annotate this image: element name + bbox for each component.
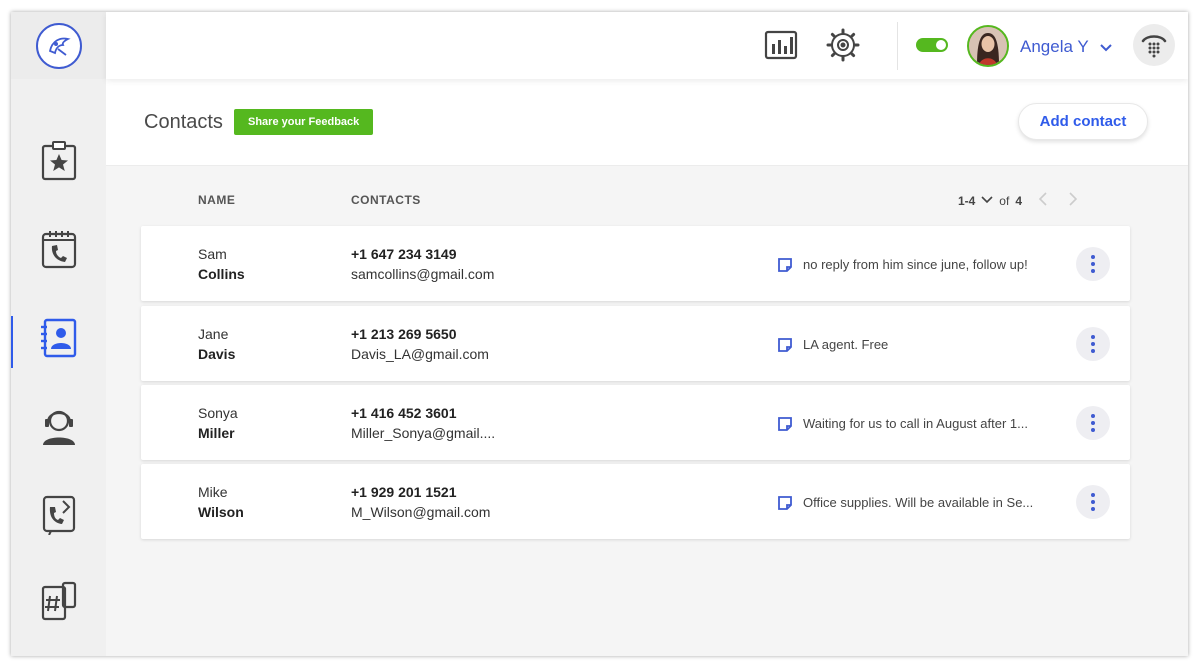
app-window: Angela Y Contacts Share your Feedback Ad… [11, 12, 1188, 656]
contact-last-name: Miller [198, 425, 235, 441]
row-menu-button[interactable] [1076, 406, 1110, 440]
nav-item-numbers[interactable] [11, 562, 106, 642]
total-count: 4 [1015, 193, 1022, 208]
contact-last-name: Wilson [198, 504, 244, 520]
contact-phone[interactable]: +1 416 452 3601 [351, 405, 457, 421]
chevron-down-icon[interactable] [1100, 40, 1112, 58]
calendar-phone-icon [41, 231, 76, 269]
contact-first-name: Jane [198, 326, 229, 342]
phone-hash-icon [41, 581, 76, 621]
sidebar [11, 79, 106, 656]
logo-area [11, 12, 106, 79]
topbar-divider [897, 22, 898, 70]
clipboard-star-icon [41, 141, 76, 181]
page-header: Contacts Share your Feedback Add contact [106, 79, 1188, 166]
contact-note[interactable]: Waiting for us to call in August after 1… [803, 416, 1053, 431]
page-title: Contacts [144, 111, 223, 133]
contact-note[interactable]: Office supplies. Will be available in Se… [803, 495, 1053, 510]
dialpad-icon [1141, 35, 1167, 58]
contact-last-name: Collins [198, 266, 245, 282]
column-header-contacts[interactable]: CONTACTS [351, 193, 421, 207]
settings-gear-icon[interactable] [826, 28, 860, 67]
of-label: of [999, 193, 1010, 208]
row-menu-button[interactable] [1076, 247, 1110, 281]
contact-email[interactable]: Miller_Sonya@gmail.... [351, 425, 495, 441]
main-content: Contacts Share your Feedback Add contact… [106, 79, 1188, 656]
contact-row[interactable]: Sam Collins +1 647 234 3149 samcollins@g… [141, 226, 1130, 301]
note-icon [777, 495, 793, 516]
contact-row[interactable]: Mike Wilson +1 929 201 1521 M_Wilson@gma… [141, 464, 1130, 539]
contact-note[interactable]: LA agent. Free [803, 337, 1053, 352]
contact-last-name: Davis [198, 346, 236, 362]
column-header-name[interactable]: NAME [198, 193, 235, 207]
page-range: 1-4 [957, 193, 976, 208]
prev-page-icon[interactable] [1038, 192, 1048, 209]
nav-item-agents[interactable] [11, 386, 106, 466]
row-menu-button[interactable] [1076, 485, 1110, 519]
availability-toggle[interactable] [916, 38, 948, 52]
contact-row[interactable]: Jane Davis +1 213 269 5650 Davis_LA@gmai… [141, 306, 1130, 381]
contact-email[interactable]: samcollins@gmail.com [351, 266, 494, 282]
contact-phone[interactable]: +1 213 269 5650 [351, 326, 457, 342]
share-feedback-button[interactable]: Share your Feedback [234, 109, 374, 135]
add-contact-button[interactable]: Add contact [1018, 103, 1148, 140]
row-menu-button[interactable] [1076, 327, 1110, 361]
contact-email[interactable]: Davis_LA@gmail.com [351, 346, 489, 362]
contact-email[interactable]: M_Wilson@gmail.com [351, 504, 490, 520]
call-transfer-icon [42, 495, 75, 535]
note-icon [777, 416, 793, 437]
contacts-book-icon [40, 318, 76, 358]
nav-item-transfers[interactable] [11, 474, 106, 554]
pagination: 1-4 of 4 [958, 192, 1078, 209]
note-icon [777, 337, 793, 358]
contact-first-name: Sam [198, 246, 227, 262]
agent-headset-icon [42, 410, 75, 445]
user-avatar[interactable] [967, 25, 1009, 67]
nav-item-contacts[interactable] [11, 298, 106, 378]
nav-item-call-log[interactable] [11, 209, 106, 289]
page-range-dropdown-icon[interactable] [981, 194, 993, 208]
reports-chart-icon[interactable] [764, 28, 798, 67]
user-name[interactable]: Angela Y [1020, 37, 1089, 57]
app-logo[interactable] [35, 22, 82, 69]
contact-first-name: Sonya [198, 405, 238, 421]
contact-phone[interactable]: +1 929 201 1521 [351, 484, 457, 500]
contact-phone[interactable]: +1 647 234 3149 [351, 246, 457, 262]
contact-row[interactable]: Sonya Miller +1 416 452 3601 Miller_Sony… [141, 385, 1130, 460]
next-page-icon[interactable] [1068, 192, 1078, 209]
top-bar: Angela Y [106, 12, 1188, 79]
contact-first-name: Mike [198, 484, 228, 500]
note-icon [777, 257, 793, 278]
parrot-logo-icon [48, 37, 71, 56]
dialpad-button[interactable] [1133, 24, 1175, 66]
nav-item-favorites[interactable] [11, 121, 106, 201]
contact-note[interactable]: no reply from him since june, follow up! [803, 257, 1053, 272]
